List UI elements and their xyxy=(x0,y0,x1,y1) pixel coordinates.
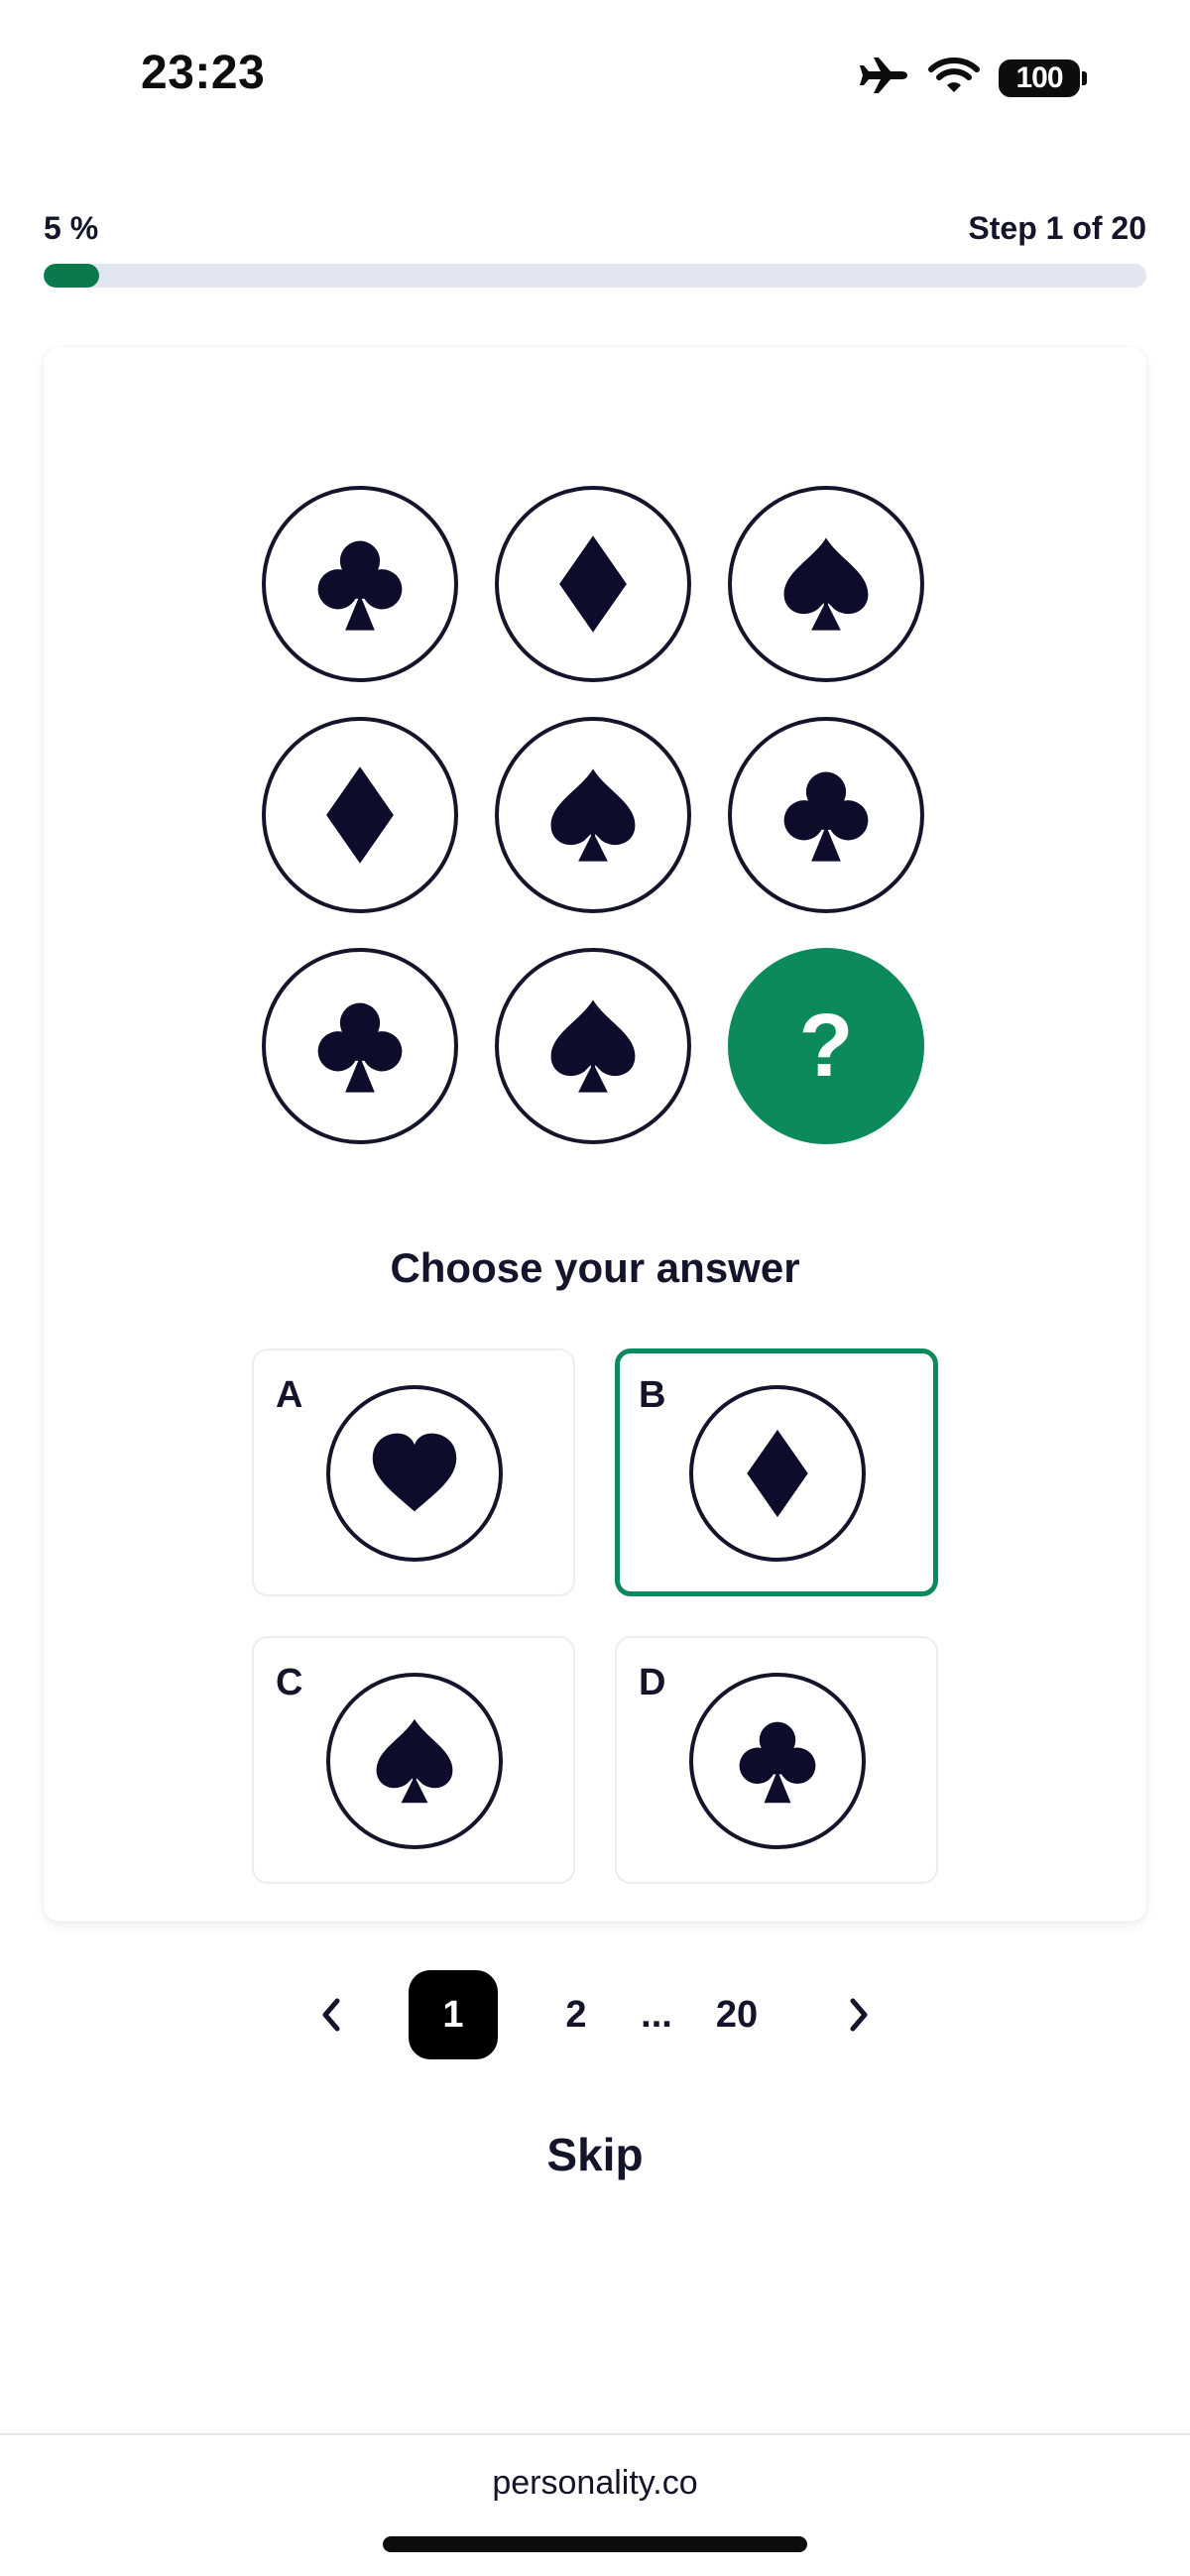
progress-bar xyxy=(44,264,1146,288)
option-letter: A xyxy=(276,1374,303,1416)
grid-cell-spade-icon xyxy=(495,717,691,913)
grid-cell-spade-icon xyxy=(495,948,691,1144)
option-heart-icon xyxy=(326,1385,503,1562)
grid-cell-spade-icon xyxy=(728,486,924,682)
grid-cell-diamond-icon xyxy=(495,486,691,682)
next-page-icon[interactable] xyxy=(829,1985,889,2045)
choose-answer-label: Choose your answer xyxy=(390,1244,800,1291)
grid-cell-club-icon xyxy=(262,486,458,682)
page-last-button[interactable]: 20 xyxy=(692,1970,781,2059)
progress-step: Step 1 of 20 xyxy=(968,210,1146,246)
option-spade-icon xyxy=(326,1673,503,1849)
option-letter: B xyxy=(639,1374,666,1416)
puzzle-grid: ? xyxy=(262,486,928,1144)
home-indicator xyxy=(383,2536,807,2552)
page-2-button[interactable]: 2 xyxy=(532,1970,621,2059)
airplane-icon xyxy=(858,56,909,100)
battery-level: 100 xyxy=(999,59,1080,97)
status-icons: 100 xyxy=(858,56,1087,100)
footer-divider xyxy=(0,2433,1190,2435)
option-club-icon xyxy=(689,1673,866,1849)
prev-page-icon[interactable] xyxy=(301,1985,361,2045)
wifi-icon xyxy=(927,56,981,100)
page-1-button[interactable]: 1 xyxy=(409,1970,498,2059)
skip-button[interactable]: Skip xyxy=(0,2128,1190,2181)
option-letter: C xyxy=(276,1662,303,1703)
grid-cell-diamond-icon xyxy=(262,717,458,913)
option-d[interactable]: D xyxy=(615,1636,938,1884)
option-diamond-icon xyxy=(689,1385,866,1562)
page-ellipsis: ... xyxy=(641,1993,672,2036)
option-b[interactable]: B xyxy=(615,1348,938,1596)
option-a[interactable]: A xyxy=(252,1348,575,1596)
pagination: 1 2 ... 20 xyxy=(0,1969,1190,2060)
missing-cell-question-icon: ? xyxy=(728,948,924,1144)
grid-cell-club-icon xyxy=(728,717,924,913)
battery-icon: 100 xyxy=(999,59,1087,97)
status-time: 23:23 xyxy=(141,47,266,99)
footer-domain[interactable]: personality.co xyxy=(0,2464,1190,2503)
grid-cell-club-icon xyxy=(262,948,458,1144)
progress-fill xyxy=(44,264,99,288)
option-letter: D xyxy=(639,1662,666,1703)
progress-percent: 5 % xyxy=(44,210,99,246)
option-c[interactable]: C xyxy=(252,1636,575,1884)
